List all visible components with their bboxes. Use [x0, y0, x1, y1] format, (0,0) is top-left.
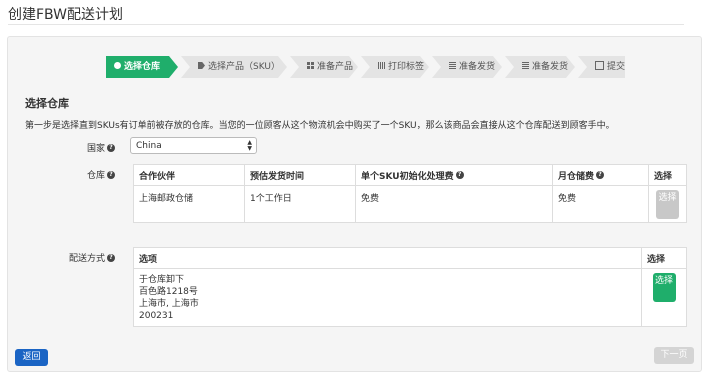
cell-address: 于仓库卸下 百色路1218号 上海市, 上海市 200231 [133, 268, 642, 327]
step-label: 准备发货 [459, 62, 496, 72]
warehouse-table: 合作伙伴 预估发货时间 单个SKU初始化处理费? 月仓储费? 选择 上海邮政仓储… [133, 164, 687, 223]
shipping-select-button[interactable]: 选择 [652, 273, 676, 302]
grid-icon [307, 62, 314, 69]
step-wizard: 选择仓库 选择产品（SKU） 准备产品 打印标签 准备发货 准备发货 提交 [106, 56, 628, 78]
warehouse-select-button[interactable]: 选择 [656, 189, 679, 219]
help-icon[interactable]: ? [107, 143, 115, 152]
country-label: 国家? [68, 141, 115, 154]
section-intro: 第一步是选择直到SKUs有订单前被存放的仓库。当您的一位顾客从这个物流机会中购买… [25, 121, 615, 131]
address-line: 上海市, 上海市 [139, 298, 199, 309]
step-label: 选择产品（SKU） [208, 62, 280, 72]
col-select: 选择 [641, 247, 687, 269]
col-partner-label: 合作伙伴 [139, 171, 176, 182]
cell-init-fee: 免费 [355, 185, 553, 223]
col-storage-fee-label: 月仓储费 [558, 171, 595, 182]
list-icon [449, 62, 456, 69]
address-line: 百色路1218号 [139, 286, 198, 297]
step-submit[interactable]: 提交 [578, 56, 625, 78]
step-prepare-products[interactable]: 准备产品 [290, 56, 358, 78]
step-print-labels[interactable]: 打印标签 [361, 56, 429, 78]
shipping-table: 选项 选择 于仓库卸下 百色路1218号 上海市, 上海市 200231 选择 [133, 247, 687, 327]
country-label-text: 国家 [86, 144, 105, 154]
title-divider [8, 24, 684, 25]
table-header-row: 合作伙伴 预估发货时间 单个SKU初始化处理费? 月仓储费? 选择 [133, 164, 687, 186]
col-init-fee: 单个SKU初始化处理费? [355, 164, 553, 186]
cell-select: 选择 [648, 185, 687, 223]
check-square-icon [595, 61, 604, 70]
country-select-value: China [136, 141, 162, 151]
tag-icon [198, 62, 205, 69]
globe-icon [114, 62, 121, 69]
list-icon [522, 62, 529, 69]
shipping-label-text: 配送方式 [68, 254, 105, 264]
step-label: 打印标签 [388, 62, 425, 72]
main-panel: 选择仓库 选择产品（SKU） 准备产品 打印标签 准备发货 准备发货 提交 选择… [7, 36, 702, 372]
back-button[interactable]: 返回 [15, 349, 48, 366]
help-icon[interactable]: ? [596, 171, 605, 179]
table-header-row: 选项 选择 [133, 247, 687, 269]
table-row: 于仓库卸下 百色路1218号 上海市, 上海市 200231 选择 [133, 268, 687, 327]
col-select: 选择 [648, 164, 687, 186]
country-select[interactable]: China ▲ ▼ [130, 137, 257, 154]
step-label: 准备发货 [532, 62, 569, 72]
help-icon[interactable]: ? [455, 171, 464, 179]
shipping-label: 配送方式? [48, 251, 115, 264]
address-line: 于仓库卸下 [139, 274, 185, 285]
section-title: 选择仓库 [25, 97, 69, 110]
step-label: 准备产品 [317, 62, 354, 72]
col-ship-time: 预估发货时间 [244, 164, 356, 186]
step-select-products[interactable]: 选择产品（SKU） [181, 56, 287, 78]
col-option-label: 选项 [139, 254, 158, 265]
table-row: 上海邮政仓储 1个工作日 免费 免费 选择 [133, 185, 687, 223]
col-select-label: 选择 [647, 254, 666, 265]
cell-storage-fee: 免费 [552, 185, 649, 223]
next-button[interactable]: 下一页 [654, 347, 694, 364]
select-arrows-icon: ▲ ▼ [247, 139, 252, 152]
col-partner: 合作伙伴 [133, 164, 245, 186]
col-select-label: 选择 [654, 171, 673, 182]
col-init-fee-label: 单个SKU初始化处理费 [361, 171, 454, 182]
step-label: 选择仓库 [124, 62, 161, 72]
cell-partner: 上海邮政仓储 [133, 185, 245, 223]
step-prepare-shipment[interactable]: 准备发货 [432, 56, 502, 78]
barcode-icon [378, 62, 385, 69]
page-title: 创建FBW配送计划 [8, 7, 124, 23]
step-select-warehouse[interactable]: 选择仓库 [106, 56, 178, 78]
cell-select: 选择 [641, 268, 687, 327]
step-label: 提交 [607, 62, 626, 72]
col-ship-time-label: 预估发货时间 [250, 171, 305, 182]
address-line: 200231 [139, 310, 174, 321]
cell-ship-time: 1个工作日 [244, 185, 356, 223]
col-option: 选项 [133, 247, 642, 269]
help-icon[interactable]: ? [107, 253, 115, 262]
help-icon[interactable]: ? [107, 170, 115, 179]
warehouse-label: 仓库? [68, 168, 115, 181]
col-storage-fee: 月仓储费? [552, 164, 649, 186]
step-prepare-shipment-2[interactable]: 准备发货 [505, 56, 575, 78]
warehouse-label-text: 仓库 [86, 171, 105, 181]
